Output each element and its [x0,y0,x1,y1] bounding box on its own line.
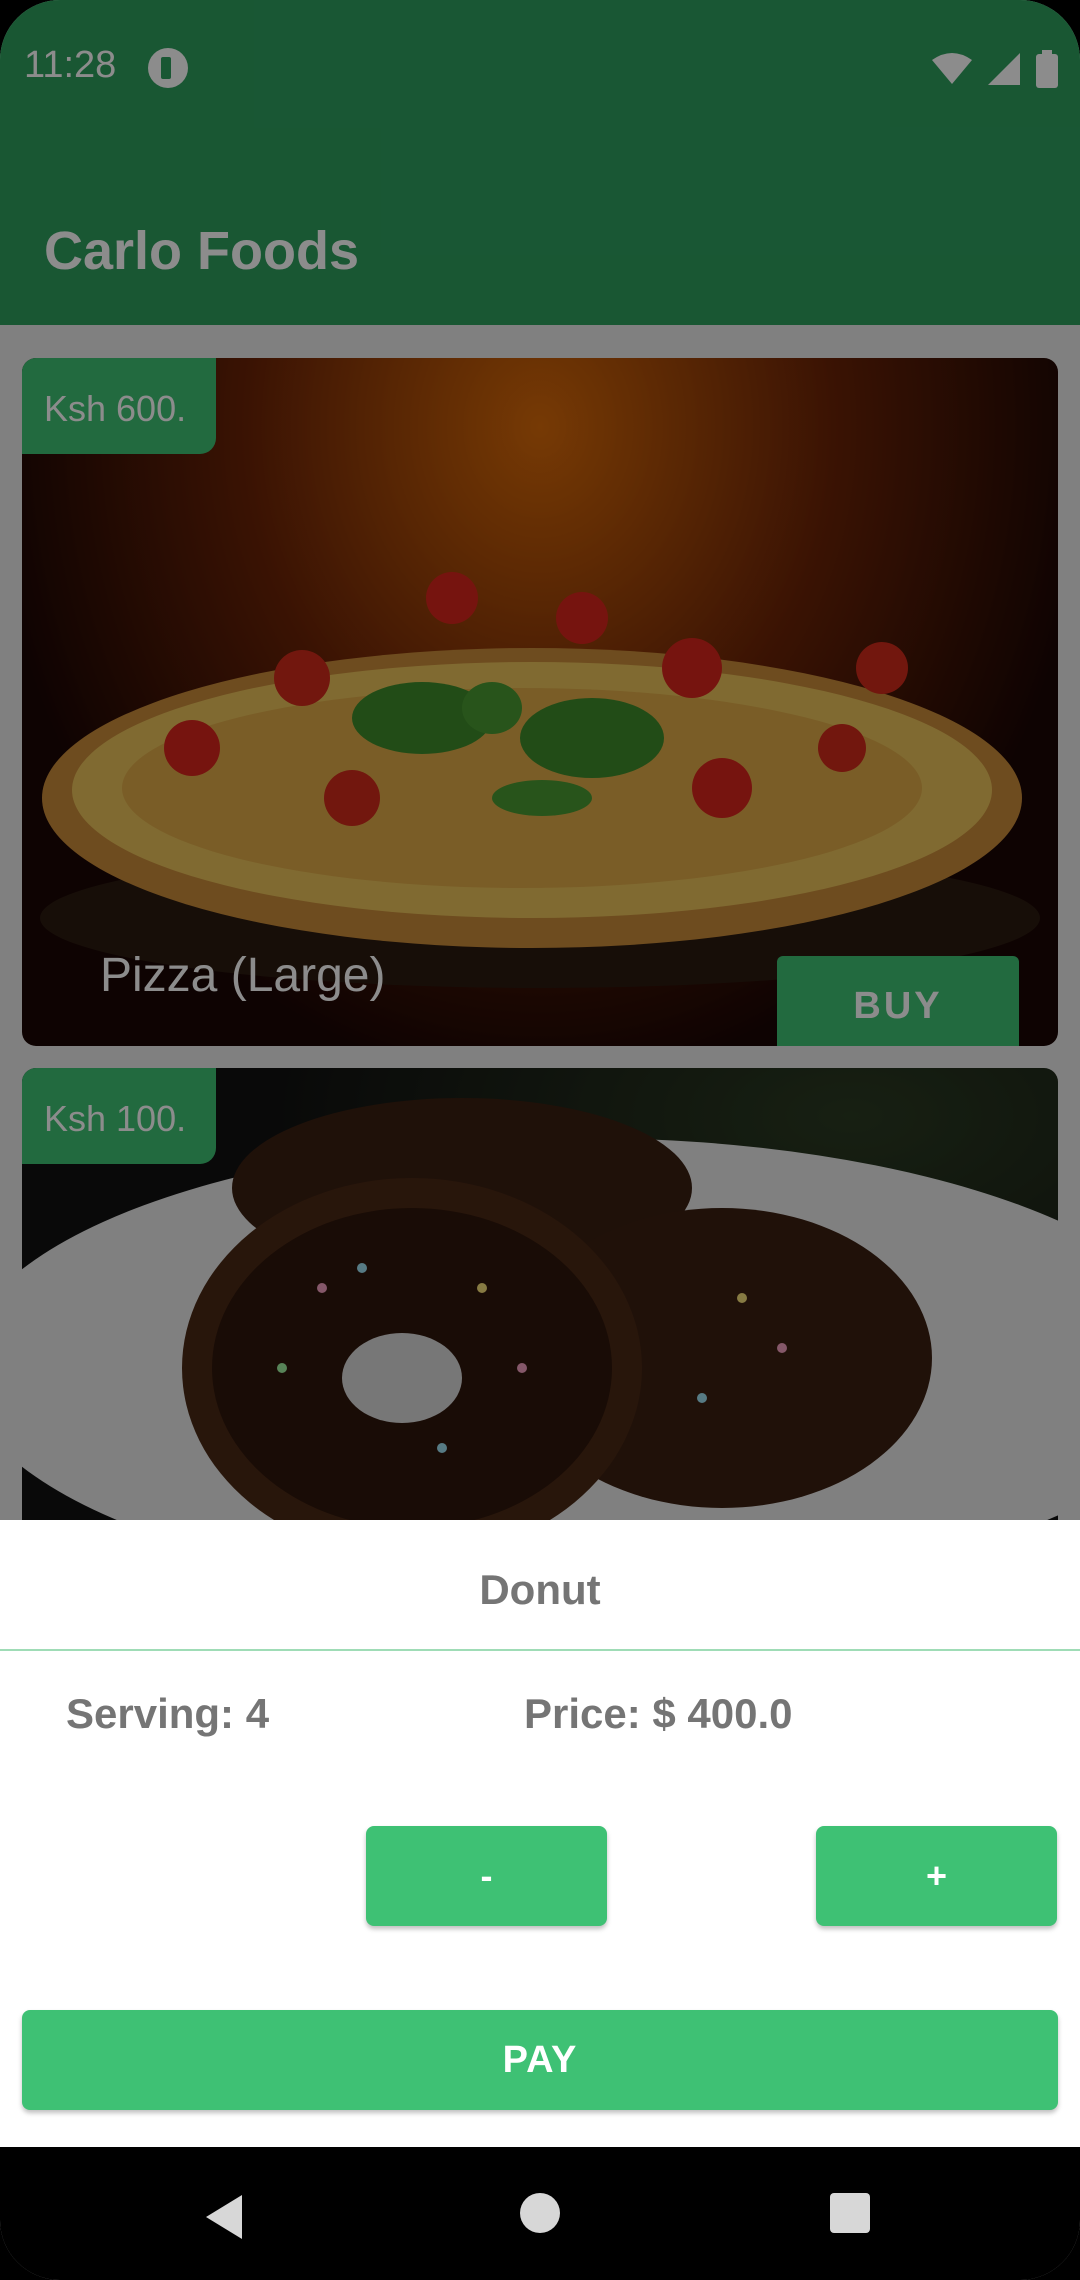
navigation-bar [0,2147,1080,2280]
divider [0,1649,1080,1651]
modal-scrim[interactable] [0,0,1080,1520]
decrease-button[interactable]: - [366,1826,607,1926]
order-bottom-sheet: Donut Serving: 4 Price: $ 400.0 - + PAY [0,1520,1080,2147]
sheet-title: Donut [479,1566,601,1613]
recents-icon[interactable] [830,2193,870,2233]
back-icon[interactable] [206,2195,242,2239]
serving-count: Serving: 4 [66,1690,270,1737]
phone-screen: 11:28 Carlo Foods Ksh 600. Pizza (Large)… [0,0,1080,2280]
total-price: Price: $ 400.0 [524,1690,793,1737]
pay-button[interactable]: PAY [22,2010,1058,2110]
increase-button[interactable]: + [816,1826,1057,1926]
home-icon[interactable] [520,2193,560,2233]
